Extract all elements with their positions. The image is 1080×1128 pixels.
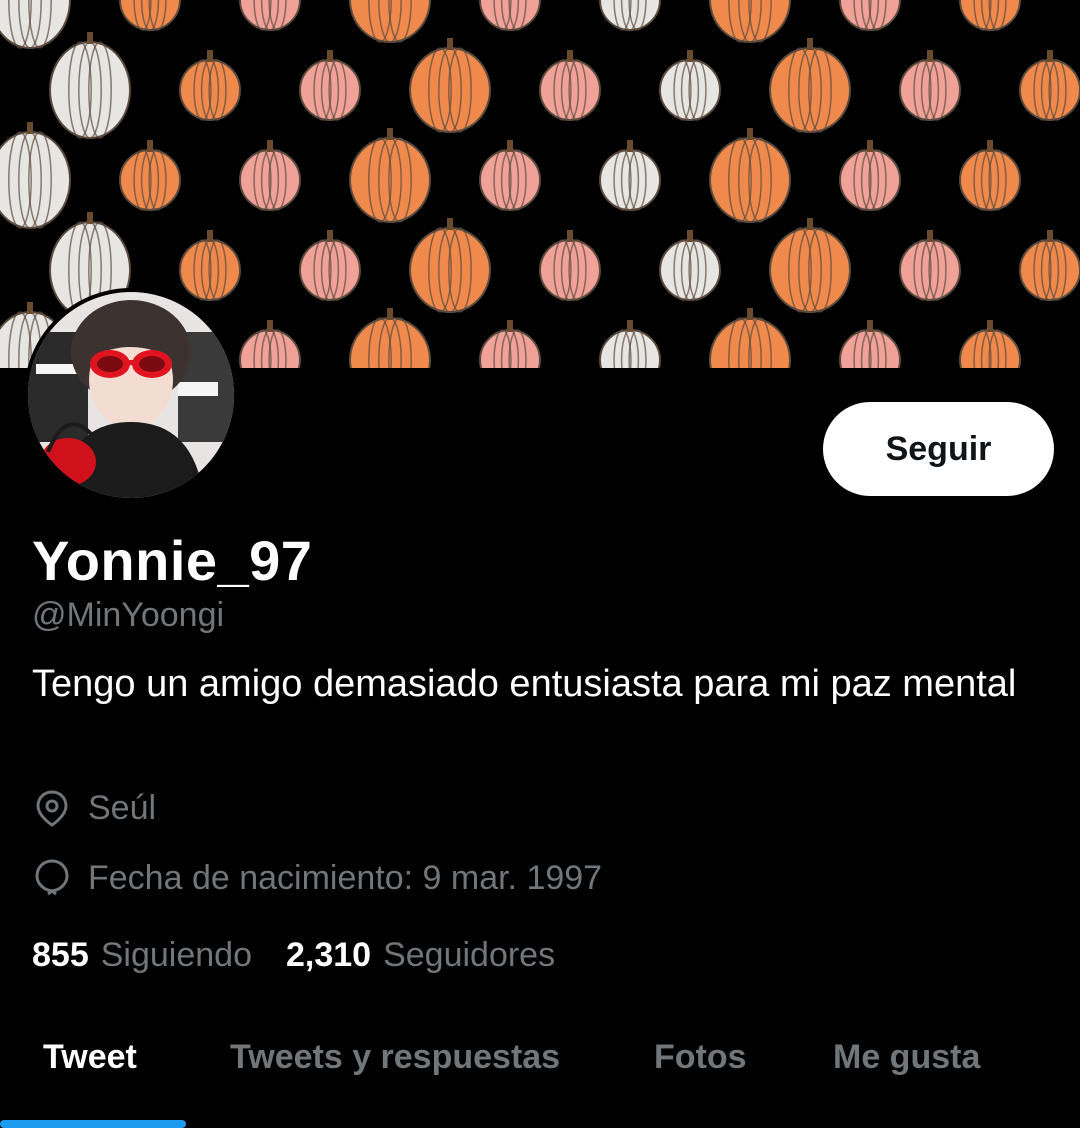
birthdate-row: Fecha de nacimiento: 9 mar. 1997 [32, 858, 602, 898]
location-text: Seúl [88, 788, 157, 827]
profile-tabs: Tweet Tweets y respuestas Fotos Me gusta [0, 1020, 1080, 1128]
followers-label[interactable]: Seguidores [383, 936, 555, 975]
follow-button[interactable]: Seguir [823, 402, 1054, 496]
birthdate-text: Fecha de nacimiento: 9 mar. 1997 [88, 858, 603, 897]
location-pin-icon [36, 790, 68, 827]
following-label[interactable]: Siguiendo [101, 936, 252, 975]
display-name: Yonnie_97 [32, 529, 313, 592]
location-row: Seúl [32, 788, 156, 828]
active-tab-indicator [0, 1120, 186, 1128]
avatar-photo [28, 292, 234, 498]
follow-stats: 855 Siguiendo 2,310 Seguidores [32, 936, 589, 975]
user-handle: @MinYoongi [32, 596, 225, 634]
followers-count[interactable]: 2,310 [286, 936, 371, 975]
avatar[interactable] [24, 288, 238, 502]
profile-bio: Tengo un amigo demasiado entusiasta para… [32, 663, 1017, 705]
tab-tweets-and-replies[interactable]: Tweets y respuestas [230, 1038, 560, 1077]
tab-photos[interactable]: Fotos [654, 1038, 747, 1077]
balloon-icon [35, 859, 69, 896]
tab-tweet[interactable]: Tweet [43, 1038, 137, 1077]
following-count[interactable]: 855 [32, 936, 89, 975]
tab-likes[interactable]: Me gusta [833, 1038, 980, 1077]
